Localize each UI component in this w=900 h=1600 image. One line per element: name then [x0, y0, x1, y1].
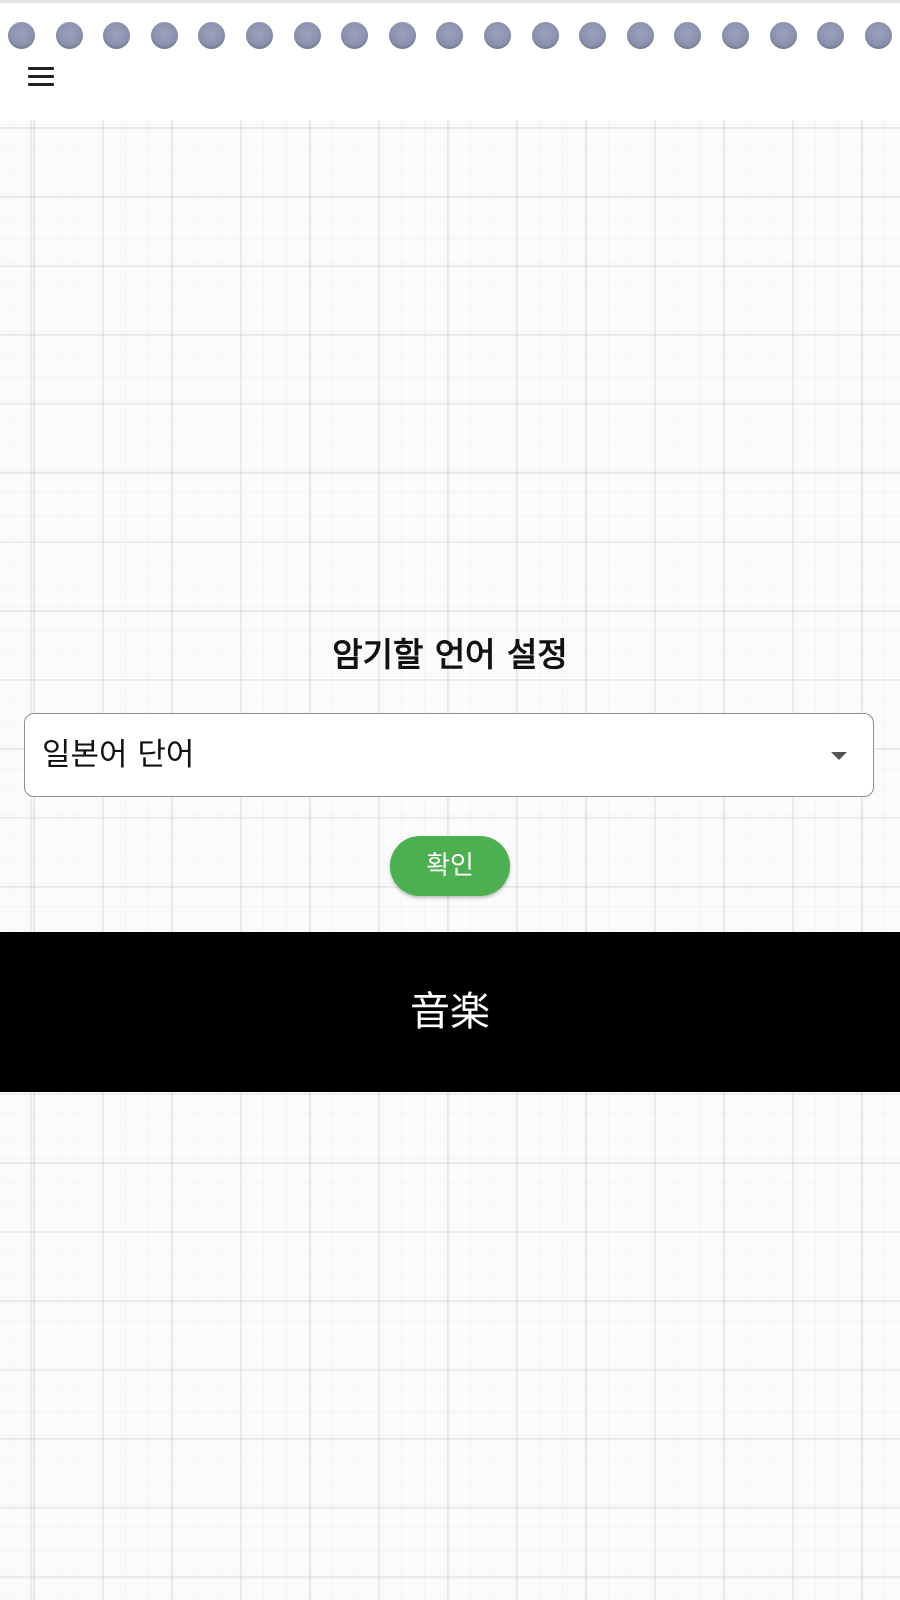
spiral-ring — [103, 22, 131, 49]
menu-button[interactable] — [24, 62, 60, 92]
dropdown-arrow-icon — [831, 752, 847, 760]
spiral-ring — [293, 22, 321, 49]
spiral-ring — [246, 22, 273, 49]
spiral-ring — [8, 22, 35, 49]
confirm-button-label: 확인 — [426, 851, 474, 881]
spiral-ring — [579, 22, 607, 49]
word-card-text: 音楽 — [410, 989, 490, 1035]
confirm-button[interactable]: 확인 — [390, 836, 510, 896]
app-header — [0, 0, 900, 120]
spiral-ring — [626, 22, 654, 49]
spiral-ring — [531, 22, 559, 49]
notebook-rings — [0, 22, 900, 50]
spiral-ring — [150, 22, 178, 49]
spiral-ring — [864, 22, 892, 49]
spiral-ring — [388, 22, 416, 49]
spiral-ring — [674, 22, 702, 49]
spiral-ring — [484, 22, 511, 49]
spiral-ring — [722, 22, 749, 49]
word-card[interactable]: 音楽 — [0, 932, 900, 1092]
language-select[interactable]: 일본어 단어 — [24, 713, 874, 797]
spiral-ring — [341, 22, 369, 49]
language-settings-title: 암기할 언어 설정 — [332, 635, 568, 674]
spiral-ring — [436, 22, 464, 49]
spiral-ring — [198, 22, 226, 49]
language-select-value: 일본어 단어 — [42, 737, 195, 773]
header-top-border — [0, 0, 900, 3]
spiral-ring — [769, 22, 797, 49]
spiral-ring — [55, 22, 83, 49]
spiral-ring — [817, 22, 845, 49]
